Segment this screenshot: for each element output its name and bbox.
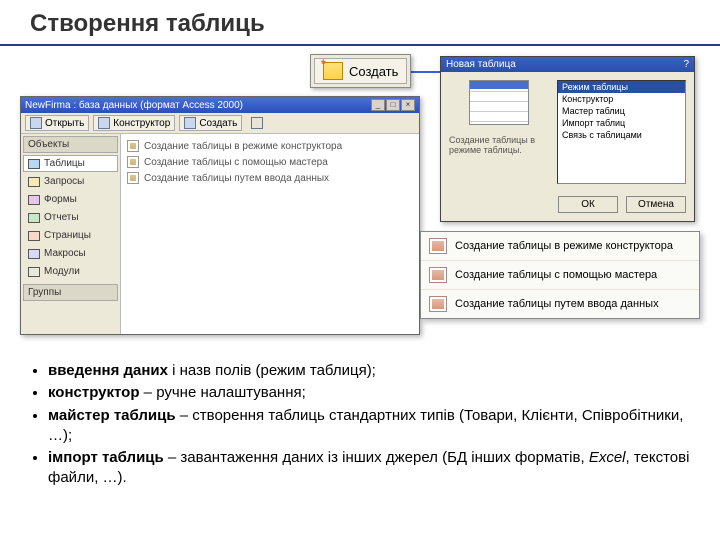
sidebar-item-tables[interactable]: Таблицы — [23, 155, 118, 172]
sidebar-item-pages[interactable]: Страницы — [23, 227, 118, 244]
sidebar-item-label: Страницы — [44, 230, 91, 241]
shortcut-icon — [127, 140, 139, 152]
close-icon[interactable]: × — [401, 99, 415, 111]
dialog-description: Создание таблицы в режиме таблицы. — [449, 135, 549, 155]
sidebar-item-label: Модули — [44, 266, 80, 277]
pages-icon — [28, 231, 40, 241]
help-icon[interactable]: ? — [683, 59, 689, 70]
reports-icon — [28, 213, 40, 223]
view-icon — [251, 117, 263, 129]
shortcut-icon — [429, 267, 447, 283]
create-option-label: Создание таблицы с помощью мастера — [144, 157, 328, 168]
bullet-item: введення даних і назв полів (режим табли… — [48, 361, 690, 381]
sidebar-item-label: Таблицы — [44, 158, 85, 169]
create-option-label: Создание таблицы путем ввода данных — [144, 173, 329, 184]
callout-option[interactable]: Создание таблицы путем ввода данных — [421, 290, 699, 318]
create-button-callout: Создать — [310, 54, 411, 88]
modules-icon — [28, 267, 40, 277]
bullet-item: імпорт таблиць – завантаження даних із і… — [48, 448, 690, 489]
callout-option-label: Создание таблицы с помощью мастера — [455, 269, 657, 281]
sidebar-item-forms[interactable]: Формы — [23, 191, 118, 208]
bullet-list: введення даних і назв полів (режим табли… — [0, 356, 720, 496]
new-icon — [184, 117, 196, 129]
open-icon — [30, 117, 42, 129]
sidebar-item-queries[interactable]: Запросы — [23, 173, 118, 190]
forms-icon — [28, 195, 40, 205]
open-button[interactable]: Открыть — [25, 115, 89, 131]
db-title: NewFirma : база данных (формат Access 20… — [25, 100, 243, 111]
db-main-list: Создание таблицы в режиме конструктора С… — [121, 134, 419, 334]
design-button[interactable]: Конструктор — [93, 115, 175, 131]
callout-option[interactable]: Создание таблицы в режиме конструктора — [421, 232, 699, 261]
sidebar-header: Объекты — [23, 136, 118, 153]
db-titlebar: NewFirma : база данных (формат Access 20… — [21, 97, 419, 113]
create-option-label: Создание таблицы в режиме конструктора — [144, 141, 342, 152]
window-controls: _ □ × — [371, 99, 415, 111]
sidebar-item-label: Макросы — [44, 248, 86, 259]
cancel-button[interactable]: Отмена — [626, 196, 686, 213]
design-label: Конструктор — [113, 118, 170, 129]
new-table-dialog: Новая таблица ? Создание таблицы в режим… — [440, 56, 695, 222]
create-button-label: Создать — [349, 64, 398, 79]
sidebar-item-macros[interactable]: Макросы — [23, 245, 118, 262]
mode-option[interactable]: Режим таблицы — [558, 81, 685, 93]
db-sidebar: Объекты Таблицы Запросы Формы Отчеты Стр… — [21, 134, 121, 334]
page-title: Створення таблиць — [0, 0, 720, 46]
callout-option-label: Создание таблицы в режиме конструктора — [455, 240, 673, 252]
database-window: NewFirma : база данных (формат Access 20… — [20, 96, 420, 335]
mode-listbox[interactable]: Режим таблицы Конструктор Мастер таблиц … — [557, 80, 686, 184]
open-label: Открыть — [45, 118, 84, 129]
db-toolbar: Открыть Конструктор Создать — [21, 113, 419, 134]
mode-option[interactable]: Импорт таблиц — [558, 117, 685, 129]
ok-button[interactable]: ОК — [558, 196, 618, 213]
design-icon — [98, 117, 110, 129]
shortcut-icon — [429, 238, 447, 254]
sidebar-item-label: Формы — [44, 194, 77, 205]
bullet-item: майстер таблиць – створення таблиць стан… — [48, 406, 690, 447]
sidebar-item-reports[interactable]: Отчеты — [23, 209, 118, 226]
callout-create-options: Создание таблицы в режиме конструктора С… — [420, 231, 700, 319]
queries-icon — [28, 177, 40, 187]
shortcut-icon — [127, 156, 139, 168]
sidebar-item-label: Отчеты — [44, 212, 79, 223]
minimize-icon[interactable]: _ — [371, 99, 385, 111]
maximize-icon[interactable]: □ — [386, 99, 400, 111]
callout-option-label: Создание таблицы путем ввода данных — [455, 298, 659, 310]
create-option[interactable]: Создание таблицы путем ввода данных — [125, 170, 415, 186]
tables-icon — [28, 159, 40, 169]
table-preview-icon — [469, 80, 529, 125]
create-option[interactable]: Создание таблицы в режиме конструктора — [125, 138, 415, 154]
dialog-title: Новая таблица — [446, 59, 516, 70]
shortcut-icon — [429, 296, 447, 312]
new-button[interactable]: Создать — [179, 115, 242, 131]
sidebar-item-modules[interactable]: Модули — [23, 263, 118, 280]
new-table-icon — [323, 62, 343, 80]
dialog-titlebar: Новая таблица ? — [441, 57, 694, 72]
bullet-item: конструктор – ручне налаштування; — [48, 383, 690, 403]
create-option[interactable]: Создание таблицы с помощью мастера — [125, 154, 415, 170]
sidebar-footer: Группы — [23, 284, 118, 301]
toolbar-sep — [246, 115, 268, 131]
sidebar-item-label: Запросы — [44, 176, 84, 187]
content-area: Создать NewFirma : база данных (формат A… — [0, 46, 720, 356]
macros-icon — [28, 249, 40, 259]
mode-option[interactable]: Мастер таблиц — [558, 105, 685, 117]
new-label: Создать — [199, 118, 237, 129]
mode-option[interactable]: Конструктор — [558, 93, 685, 105]
shortcut-icon — [127, 172, 139, 184]
callout-option[interactable]: Создание таблицы с помощью мастера — [421, 261, 699, 290]
mode-option[interactable]: Связь с таблицами — [558, 129, 685, 141]
create-button[interactable]: Создать — [314, 58, 407, 84]
